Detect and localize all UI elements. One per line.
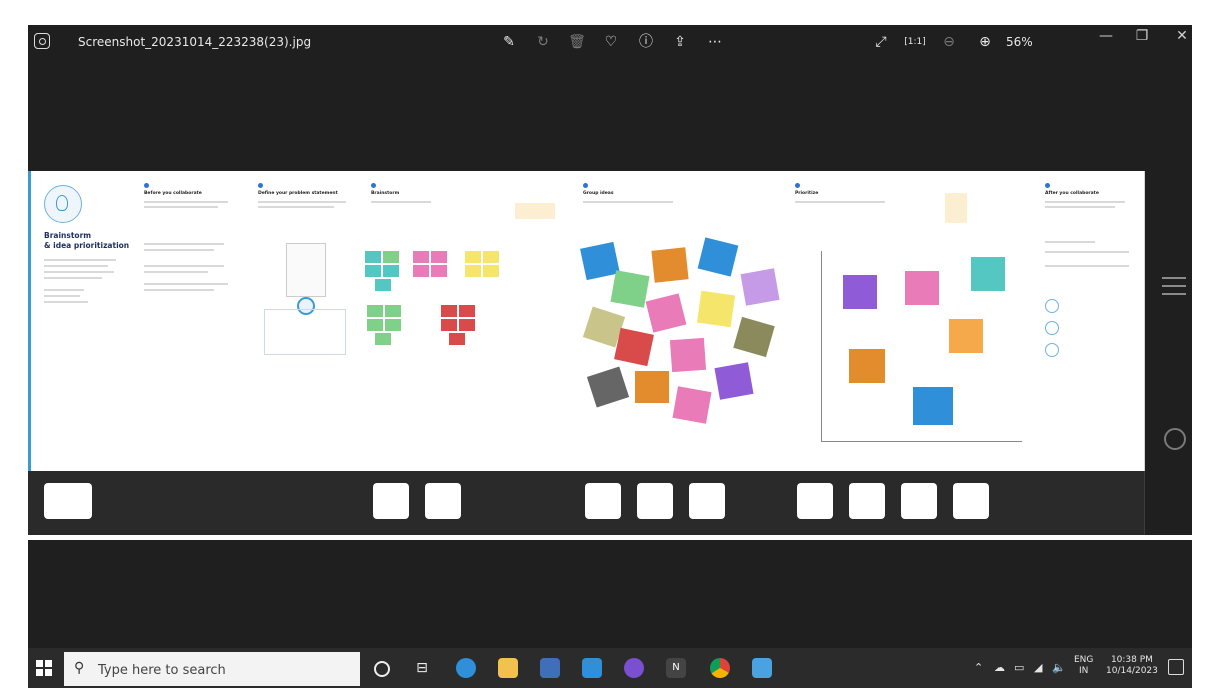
panel-title: Before you collaborate bbox=[144, 191, 202, 196]
restore-button[interactable]: ❐ bbox=[1130, 28, 1154, 44]
panel-group-ideas: Group ideas bbox=[573, 171, 786, 471]
panel-before-collaborate: Before you collaborate bbox=[134, 171, 249, 471]
panel-title: Brainstorm bbox=[371, 191, 400, 196]
board-image: Brainstorm & idea prioritization Before … bbox=[28, 171, 1145, 535]
edge-icon[interactable] bbox=[456, 658, 476, 678]
volume-icon[interactable]: 🔈 bbox=[1052, 661, 1066, 674]
task-view-icon[interactable]: ⊟ bbox=[412, 658, 432, 678]
thumbnail bbox=[901, 483, 937, 519]
cortana-icon[interactable] bbox=[374, 661, 390, 677]
zoom-level: 56% bbox=[1006, 35, 1033, 49]
thumbnail bbox=[797, 483, 833, 519]
panel-brainstorm: Brainstorm bbox=[361, 171, 574, 471]
panel-title: Prioritize bbox=[795, 191, 819, 196]
wifi-icon[interactable]: ◢ bbox=[1034, 661, 1042, 674]
clock-date: 10/14/2023 bbox=[1106, 666, 1158, 676]
notes-icon[interactable]: N bbox=[666, 658, 686, 678]
search-placeholder: Type here to search bbox=[98, 663, 226, 678]
thumbnail bbox=[849, 483, 885, 519]
notification-icon[interactable] bbox=[1168, 659, 1184, 675]
rotate-icon[interactable]: ↻ bbox=[532, 31, 554, 53]
windows-start-icon[interactable] bbox=[36, 660, 52, 676]
media-icon[interactable] bbox=[624, 658, 644, 678]
lightbulb-icon bbox=[44, 185, 82, 223]
accent-bar bbox=[28, 171, 31, 471]
battery-icon[interactable]: ▭ bbox=[1014, 661, 1024, 674]
language-code: ENG bbox=[1074, 655, 1094, 665]
clock[interactable]: 10:38 PM 10/14/2023 bbox=[1106, 655, 1158, 677]
clock-time: 10:38 PM bbox=[1110, 655, 1153, 665]
thumbnail bbox=[953, 483, 989, 519]
photos-app-window: Screenshot_20231014_223238(23).jpg ✎ ↻ 🗑… bbox=[28, 25, 1192, 535]
share-icon[interactable]: ⇪ bbox=[669, 31, 691, 53]
search-icon: ⚲ bbox=[74, 660, 85, 676]
fullscreen-icon[interactable]: ⤢ bbox=[870, 31, 892, 53]
favorite-icon[interactable]: ♡ bbox=[600, 31, 622, 53]
language-indicator[interactable]: ENG IN bbox=[1074, 655, 1093, 677]
info-icon[interactable]: ⓘ bbox=[635, 31, 657, 53]
mail-icon[interactable] bbox=[582, 658, 602, 678]
minimize-button[interactable]: — bbox=[1094, 28, 1118, 44]
zoom-out-icon[interactable]: ⊖ bbox=[938, 31, 960, 53]
title-bar: Screenshot_20231014_223238(23).jpg ✎ ↻ 🗑… bbox=[28, 25, 1192, 59]
cover-title: Brainstorm & idea prioritization bbox=[44, 231, 130, 250]
zoom-in-icon[interactable]: ⊕ bbox=[974, 31, 996, 53]
app-lower-area bbox=[28, 540, 1192, 648]
paint-icon[interactable] bbox=[752, 658, 772, 678]
more-icon[interactable]: ⋯ bbox=[704, 31, 726, 53]
photos-app-icon bbox=[34, 33, 50, 49]
region-code: IN bbox=[1079, 666, 1089, 676]
file-explorer-icon[interactable] bbox=[498, 658, 518, 678]
thumbnail bbox=[44, 483, 92, 519]
panel-title: Define your problem statement bbox=[258, 191, 338, 196]
chrome-icon[interactable] bbox=[710, 658, 730, 678]
file-name: Screenshot_20231014_223238(23).jpg bbox=[78, 35, 312, 49]
onedrive-icon[interactable]: ☁ bbox=[994, 661, 1005, 674]
edit-icon[interactable]: ✎ bbox=[498, 31, 520, 53]
panel-prioritize: Prioritize bbox=[785, 171, 1036, 471]
thumb-strip bbox=[28, 471, 135, 535]
delete-icon[interactable]: 🗑 bbox=[566, 31, 588, 53]
panel-title: Group ideas bbox=[583, 191, 614, 196]
thumbnail bbox=[373, 483, 409, 519]
panel-after-collaborate: After you collaborate bbox=[1035, 171, 1145, 471]
chevron-up-icon[interactable]: ⌃ bbox=[974, 661, 983, 674]
menu-icon[interactable] bbox=[1162, 277, 1186, 301]
cover-panel: Brainstorm & idea prioritization bbox=[28, 171, 135, 471]
taskbar: ⚲ Type here to search ⊟ N ⌃ ☁ ▭ ◢ 🔈 ENG … bbox=[28, 648, 1192, 688]
thumbnail bbox=[689, 483, 725, 519]
panel-define-problem: Define your problem statement bbox=[248, 171, 362, 471]
thumbnail bbox=[425, 483, 461, 519]
circle-button[interactable] bbox=[1164, 428, 1186, 450]
store-icon[interactable] bbox=[540, 658, 560, 678]
panel-title: After you collaborate bbox=[1045, 191, 1099, 196]
thumbnail bbox=[637, 483, 673, 519]
thumbnail bbox=[585, 483, 621, 519]
taskbar-search-box[interactable]: ⚲ Type here to search bbox=[64, 652, 360, 686]
close-button[interactable]: ✕ bbox=[1170, 28, 1194, 44]
actual-size-icon[interactable]: [1:1] bbox=[904, 31, 926, 53]
